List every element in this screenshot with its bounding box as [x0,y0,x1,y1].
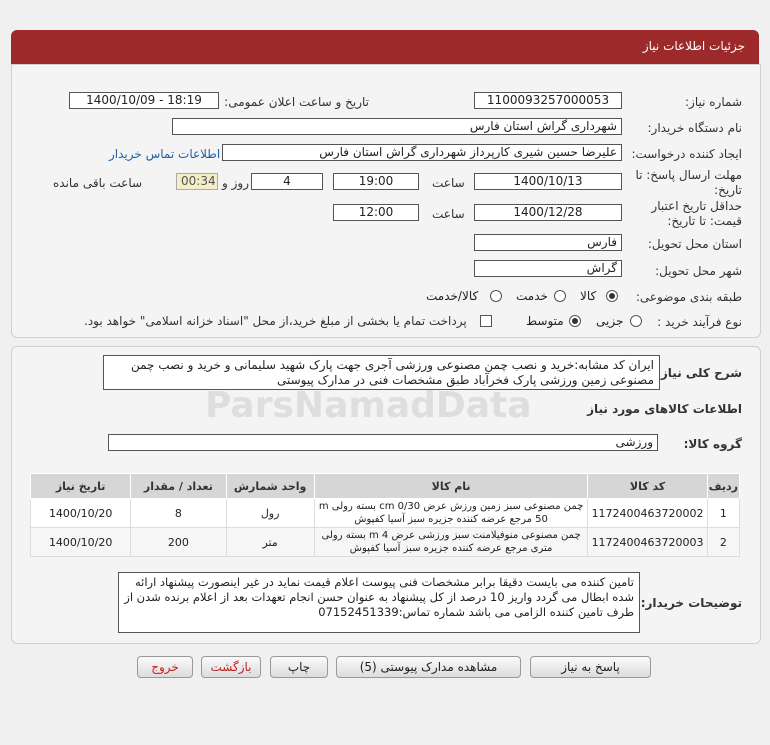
page-header: جزئیات اطلاعات نیاز [11,30,759,64]
cell-unit: متر [225,527,315,557]
page-title: جزئیات اطلاعات نیاز [642,39,745,53]
creator-field: علیرضا حسین شیری کارپرداز شهرداری گراش ا… [222,144,622,161]
category-label: طبقه بندی موضوعی: [635,290,742,304]
summary-label: شرح کلی نیاز: [656,366,742,380]
process-medium-radio[interactable] [569,315,581,327]
summary-text: ایران کد مشابه:خرید و نصب چمن مصنوعی ورز… [103,355,660,390]
validity-time-field: 12:00 [333,204,419,221]
deadline-label-text: مهلت ارسال پاسخ: تا تاریخ: [635,168,742,197]
city-field: گراش [474,260,622,277]
buyer-contact-link[interactable]: اطلاعات تماس خریدار [109,147,220,161]
back-button[interactable]: بازگشت [201,656,261,678]
announce-field: 1400/10/09 - 18:19 [69,92,219,109]
col-date: تاریخ نیاز [29,473,132,499]
category-goods-service-label: کالا/خدمت [426,289,479,303]
validity-label: حداقل تاریخ اعتبار قیمت: تا تاریخ: [632,199,742,229]
validity-date-field: 1400/12/28 [474,204,622,221]
col-name: نام کالا [313,473,589,499]
cell-code: 1172400463720003 [587,527,708,557]
col-unit: واحد شمارش [225,473,315,499]
table-row: 1 1172400463720002 چمن مصنوعی سبز زمین و… [29,498,741,528]
category-goods-service-radio[interactable] [490,290,502,302]
cell-code: 1172400463720002 [587,498,708,528]
category-goods-radio[interactable] [606,290,618,302]
buyer-notes-text: تامین کننده می بایست دقیقا برابر مشخصات … [118,572,640,633]
buyer-org-field: شهرداری گراش استان فارس [172,118,622,135]
goods-group-field: ورزشی [108,434,658,451]
table-header-row: ردیف کد کالا نام کالا واحد شمارش تعداد /… [29,473,741,499]
announce-label: تاریخ و ساعت اعلان عمومی: [224,95,369,109]
process-small-radio[interactable] [630,315,642,327]
process-medium-label: متوسط [526,314,564,328]
goods-group-label: گروه کالا: [683,437,742,451]
cell-row: 2 [706,527,741,557]
cell-name: چمن مصنوعی منوفیلامنت سبز ورزشی عرض m 4 … [313,527,589,557]
payment-note: پرداخت تمام یا بخشی از مبلغ خرید،از محل … [84,314,467,328]
deadline-time-field: 19:00 [333,173,419,190]
attachments-button[interactable]: مشاهده مدارک پیوستی (5) [336,656,521,678]
province-label: استان محل تحویل: [647,237,742,251]
cell-qty: 8 [130,498,227,528]
deadline-label: مهلت ارسال پاسخ: تا تاریخ: [632,168,742,198]
treasury-checkbox[interactable] [480,315,492,327]
col-code: کد کالا [587,473,708,499]
validity-label-text: حداقل تاریخ اعتبار قیمت: تا تاریخ: [651,199,742,228]
deadline-time-label: ساعت [432,176,465,190]
cell-row: 1 [706,498,741,528]
table-row: 2 1172400463720003 چمن مصنوعی منوفیلامنت… [29,527,741,557]
process-label: نوع فرآیند خرید : [657,315,742,329]
cell-unit: رول [225,498,315,528]
reply-button[interactable]: پاسخ به نیاز [530,656,651,678]
validity-time-label: ساعت [432,207,465,221]
days-field: 4 [251,173,323,190]
days-label: روز و [222,176,249,190]
category-service-radio[interactable] [554,290,566,302]
deadline-date-field: 1400/10/13 [474,173,622,190]
goods-section-title: اطلاعات کالاهای مورد نیاز [587,402,742,416]
buyer-org-label: نام دستگاه خریدار: [647,121,743,135]
print-button[interactable]: چاپ [270,656,328,678]
city-label: شهر محل تحویل: [655,264,742,278]
cell-date: 1400/10/20 [29,527,132,557]
cell-name: چمن مصنوعی سبز زمین ورزش عرض cm 0/30 بست… [313,498,589,528]
category-goods-label: کالا [580,289,597,303]
category-service-label: خدمت [516,289,548,303]
remaining-time-field: 00:34:22 [176,173,218,190]
cell-qty: 200 [130,527,227,557]
col-row: ردیف [706,473,741,499]
province-field: فارس [474,234,622,251]
cell-date: 1400/10/20 [29,498,132,528]
creator-label: ایجاد کننده درخواست: [631,147,742,161]
remaining-label: ساعت باقی مانده [53,176,143,190]
process-small-label: جزیی [596,314,624,328]
buyer-notes-label: توضیحات خریدار: [640,596,742,610]
goods-table: ردیف کد کالا نام کالا واحد شمارش تعداد /… [29,473,741,557]
need-number-label: شماره نیاز: [685,95,742,109]
col-qty: تعداد / مقدار [130,473,227,499]
exit-button[interactable]: خروج [137,656,193,678]
need-number-field: 1100093257000053 [474,92,622,109]
